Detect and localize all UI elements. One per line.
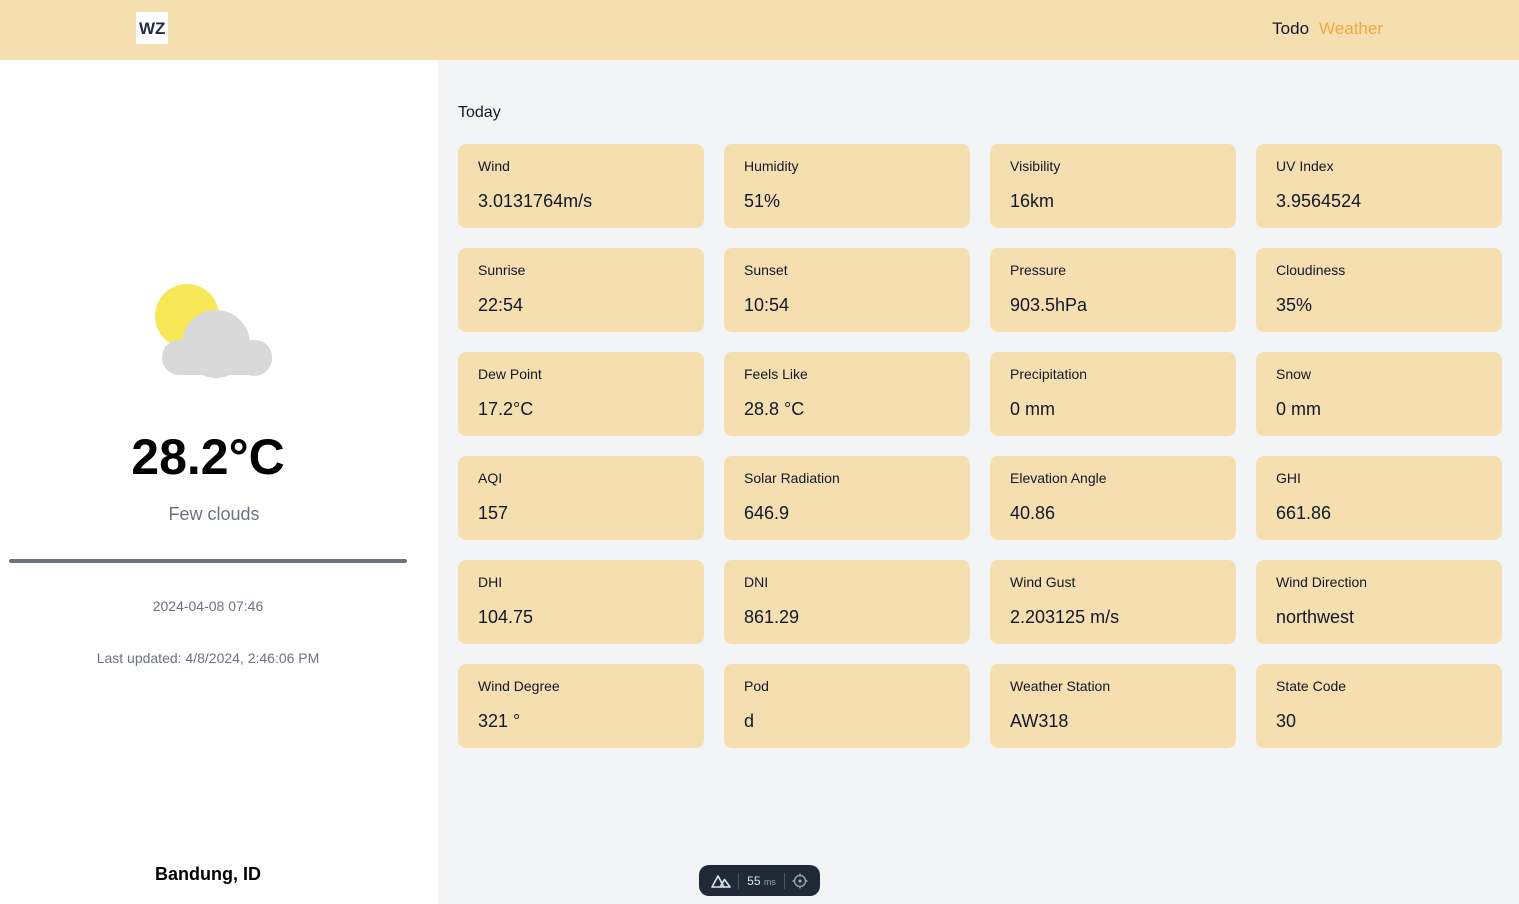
metric-value: 28.8 °C xyxy=(744,399,805,419)
metric-card-state-code: State Code 30 xyxy=(1256,664,1502,748)
metric-value: 3.9564524 xyxy=(1276,191,1362,211)
metric-label: Weather Station xyxy=(1010,678,1111,694)
metric-card-sunrise: Sunrise 22:54 xyxy=(458,248,704,332)
devtools-separator xyxy=(738,872,740,889)
metric-card-wind-direction: Wind Direction northwest xyxy=(1256,560,1502,644)
metric-label: Pressure xyxy=(1010,262,1067,278)
metric-value: 646.9 xyxy=(744,503,790,523)
metric-label: Sunrise xyxy=(478,262,526,278)
metric-card-precipitation: Precipitation 0 mm xyxy=(990,352,1236,436)
metric-value: 861.29 xyxy=(744,607,800,627)
render-time-unit: ms xyxy=(763,876,776,887)
metric-value: 661.86 xyxy=(1276,503,1332,523)
metric-label: Visibility xyxy=(1010,158,1061,174)
last-updated: Last updated: 4/8/2024, 2:46:06 PM xyxy=(96,650,320,666)
metric-label: DHI xyxy=(478,574,503,590)
metric-card-elevation-angle: Elevation Angle 40.86 xyxy=(990,456,1236,540)
metric-label: Elevation Angle xyxy=(1010,470,1107,486)
metric-value: 17.2°C xyxy=(478,399,534,419)
metric-label: UV Index xyxy=(1276,158,1334,174)
metric-card-ghi: GHI 661.86 xyxy=(1256,456,1502,540)
render-time-value: 55 xyxy=(747,873,761,888)
top-nav: Todo Weather xyxy=(1272,19,1383,39)
metric-card-cloudiness: Cloudiness 35% xyxy=(1256,248,1502,332)
nav-link-weather[interactable]: Weather xyxy=(1319,19,1383,39)
metric-value: 30 xyxy=(1276,711,1297,731)
metric-value: 51% xyxy=(744,191,781,211)
metric-card-sunset: Sunset 10:54 xyxy=(724,248,970,332)
metric-label: Sunset xyxy=(744,262,788,278)
nuxt-logo-icon[interactable] xyxy=(711,874,731,888)
metric-label: DNI xyxy=(744,574,769,590)
metric-value: 22:54 xyxy=(478,295,524,315)
current-weather-panel: 28.2°C Few clouds 2024-04-08 07:46 Last … xyxy=(0,60,438,904)
metric-label: Wind Degree xyxy=(478,678,560,694)
today-details-panel: Today Wind 3.0131764m/s Humidity 51% Visib… xyxy=(438,60,1519,904)
metric-label: Wind Gust xyxy=(1010,574,1076,590)
local-datetime: 2024-04-08 07:46 xyxy=(152,598,264,614)
metric-value: 903.5hPa xyxy=(1010,295,1088,315)
sun-behind-cloud-icon xyxy=(155,284,272,378)
metric-card-uv-index: UV Index 3.9564524 xyxy=(1256,144,1502,228)
metric-label: Feels Like xyxy=(744,366,808,382)
metric-card-wind-gust: Wind Gust 2.203125 m/s xyxy=(990,560,1236,644)
devtools-bar[interactable]: 55 ms xyxy=(699,865,820,896)
metric-label: Wind Direction xyxy=(1276,574,1368,590)
metric-label: Humidity xyxy=(744,158,799,174)
metric-label: State Code xyxy=(1276,678,1347,694)
metric-label: GHI xyxy=(1276,470,1301,486)
metric-label: Precipitation xyxy=(1010,366,1088,382)
metric-value: 0 mm xyxy=(1010,399,1055,419)
metric-card-dhi: DHI 104.75 xyxy=(458,560,704,644)
metric-card-solar-radiation: Solar Radiation 646.9 xyxy=(724,456,970,540)
svg-text:WZ: WZ xyxy=(139,19,165,38)
metric-card-snow: Snow 0 mm xyxy=(1256,352,1502,436)
metric-label: Dew Point xyxy=(478,366,542,382)
metric-label: AQI xyxy=(478,470,503,486)
metric-card-feels-like: Feels Like 28.8 °C xyxy=(724,352,970,436)
metric-value: 0 mm xyxy=(1276,399,1321,419)
metric-value: d xyxy=(744,711,755,731)
devtools-separator xyxy=(783,872,785,889)
metric-card-aqi: AQI 157 xyxy=(458,456,704,540)
metric-value: 157 xyxy=(478,503,509,523)
metric-label: Wind xyxy=(478,158,510,174)
metric-card-wind: Wind 3.0131764m/s xyxy=(458,144,704,228)
current-temperature: 28.2°C xyxy=(131,429,285,485)
wz-logo-icon: WZ xyxy=(139,19,165,38)
metric-value: 10:54 xyxy=(744,295,790,315)
render-time: 55 ms xyxy=(747,874,776,888)
metrics-grid: Wind 3.0131764m/s Humidity 51% Visibility 1… xyxy=(458,144,1502,748)
metric-value: AW318 xyxy=(1010,711,1069,731)
metric-value: 321 ° xyxy=(478,711,521,731)
today-heading: Today xyxy=(458,104,501,121)
metric-value: 3.0131764m/s xyxy=(478,191,593,211)
metric-value: northwest xyxy=(1276,607,1355,627)
app-header: WZ Todo Weather xyxy=(0,0,1519,60)
metric-label: Cloudiness xyxy=(1276,262,1346,278)
nav-link-todo[interactable]: Todo xyxy=(1272,19,1309,39)
metric-value: 16km xyxy=(1010,191,1055,211)
metric-card-pod: Pod d xyxy=(724,664,970,748)
logo[interactable]: WZ xyxy=(136,12,168,44)
metric-label: Solar Radiation xyxy=(744,470,840,486)
metric-value: 40.86 xyxy=(1010,503,1056,523)
metric-card-humidity: Humidity 51% xyxy=(724,144,970,228)
metric-label: Snow xyxy=(1276,366,1312,382)
divider xyxy=(9,559,407,563)
metric-value: 104.75 xyxy=(478,607,534,627)
metric-card-weather-station: Weather Station AW318 xyxy=(990,664,1236,748)
metric-value: 35% xyxy=(1276,295,1313,315)
metric-value: 2.203125 m/s xyxy=(1010,607,1120,627)
weather-description: Few clouds xyxy=(168,504,260,524)
metric-card-visibility: Visibility 16km xyxy=(990,144,1236,228)
metric-card-pressure: Pressure 903.5hPa xyxy=(990,248,1236,332)
metric-card-dew-point: Dew Point 17.2°C xyxy=(458,352,704,436)
metric-card-dni: DNI 861.29 xyxy=(724,560,970,644)
location-name: Bandung, ID xyxy=(155,864,261,884)
metric-card-wind-degree: Wind Degree 321 ° xyxy=(458,664,704,748)
metric-label: Pod xyxy=(744,678,769,694)
crosshair-icon[interactable] xyxy=(792,873,808,889)
